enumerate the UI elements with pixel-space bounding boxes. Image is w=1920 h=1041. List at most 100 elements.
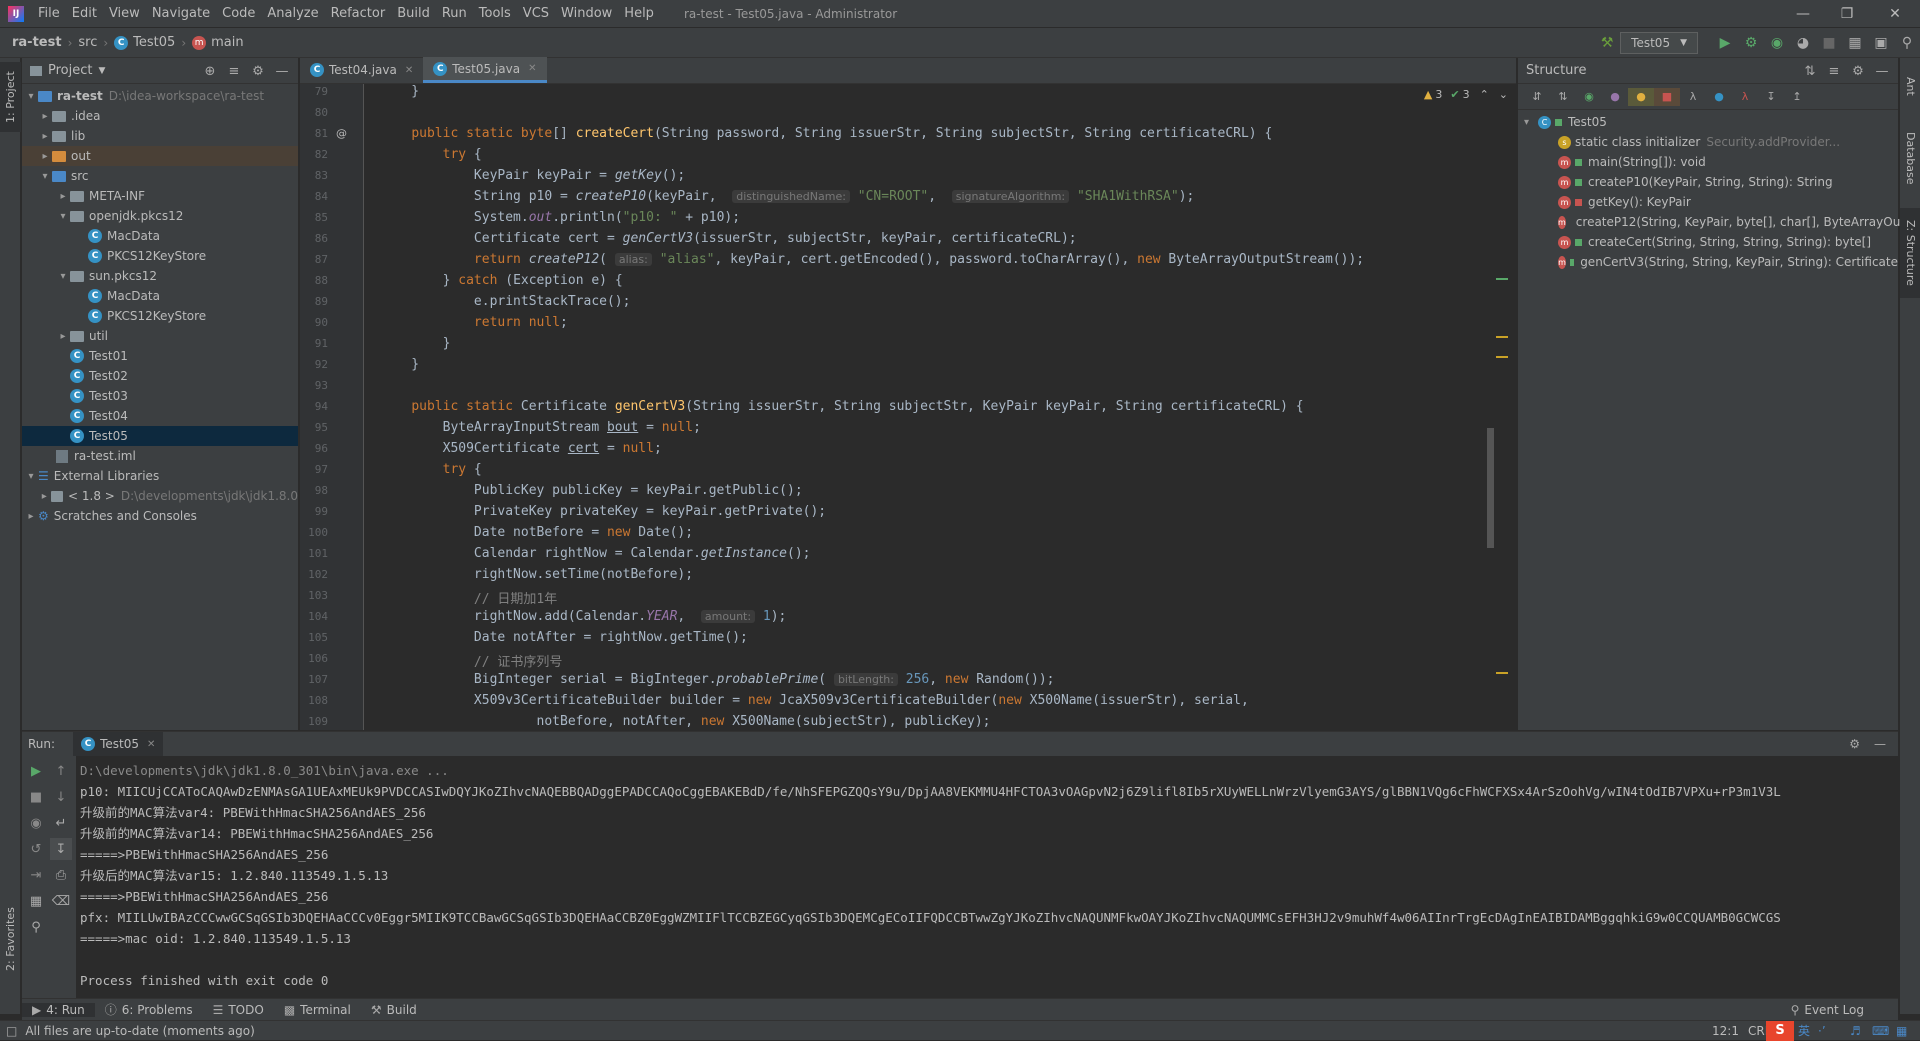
tree-item-sun-pkcs12[interactable]: ▾ sun.pkcs12	[22, 266, 298, 286]
tree-item-pkcs12keystore[interactable]: C PKCS12KeyStore	[22, 306, 298, 326]
menu-vcs[interactable]: VCS	[517, 6, 555, 21]
tree-item-macdata[interactable]: C MacData	[22, 286, 298, 306]
locate-icon[interactable]: ⊕	[198, 64, 222, 79]
structure-item[interactable]: m main(String[]): void	[1518, 152, 1898, 172]
chevron-right-icon[interactable]: ▸	[38, 111, 52, 122]
scroll-to-end-icon[interactable]: ↧	[50, 838, 72, 860]
run-configuration-select[interactable]: Test05 ▼	[1620, 32, 1698, 54]
rerun-icon[interactable]: ▶	[25, 760, 47, 782]
tree-item-test03[interactable]: C Test03	[22, 386, 298, 406]
vertical-scrollbar[interactable]	[1487, 428, 1494, 548]
layout-icon[interactable]: ▦	[25, 890, 47, 912]
microphone-icon[interactable]: ♬	[1850, 1024, 1861, 1038]
print-icon[interactable]: ⎙	[50, 864, 72, 886]
chevron-down-icon[interactable]: ▾	[24, 91, 38, 102]
tree-item-idea[interactable]: ▸ .idea	[22, 106, 298, 126]
breadcrumb-src[interactable]: src	[78, 35, 97, 50]
arrow-up-icon[interactable]: ↑	[50, 760, 72, 782]
tool-tab-terminal[interactable]: ▩ Terminal	[274, 1003, 361, 1017]
chevron-right-icon[interactable]: ▸	[56, 191, 70, 202]
close-icon[interactable]: ✕	[528, 63, 536, 74]
chevron-down-icon[interactable]: ▼	[98, 66, 105, 76]
ant-tool-tab[interactable]: Ant	[1900, 66, 1920, 106]
tree-item-scratches[interactable]: ▸ ⚙ Scratches and Consoles	[22, 506, 298, 526]
menu-run[interactable]: Run	[436, 6, 473, 21]
tree-item-ra-test[interactable]: ▾ ra-test D:\idea-workspace\ra-test	[22, 86, 298, 106]
structure-item[interactable]: s static class initializer Security.addPro…	[1518, 132, 1898, 152]
caret-position[interactable]: 12:1	[1712, 1024, 1739, 1038]
tree-item-iml[interactable]: ra-test.iml	[22, 446, 298, 466]
soft-wrap-icon[interactable]: ↵	[50, 812, 72, 834]
menu-navigate[interactable]: Navigate	[146, 6, 216, 21]
console-output[interactable]: D:\developments\jdk\jdk1.8.0_301\bin\jav…	[80, 756, 1880, 999]
stop-icon[interactable]: ■	[1816, 30, 1842, 56]
menu-code[interactable]: Code	[216, 6, 261, 21]
tree-item-test05[interactable]: C Test05	[22, 426, 298, 446]
arrow-down-icon[interactable]: ↓	[50, 786, 72, 808]
structure-item[interactable]: m genCertV3(String, String, KeyPair, Stri…	[1518, 252, 1898, 272]
chevron-down-icon[interactable]: ▾	[38, 171, 52, 182]
menu-build[interactable]: Build	[391, 6, 436, 21]
collapse-all-icon[interactable]: ≡	[222, 64, 246, 79]
ime-logo-icon[interactable]: S	[1766, 1020, 1794, 1041]
ime-language[interactable]: 英	[1798, 1022, 1810, 1039]
code-area[interactable]: } public static byte[] createCert(String…	[364, 84, 1516, 730]
menu-view[interactable]: View	[103, 6, 146, 21]
structure-item[interactable]: m createCert(String, String, String, Stri…	[1518, 232, 1898, 252]
expand-all-icon[interactable]: ⇅	[1798, 64, 1822, 79]
sort-visibility-icon[interactable]: ⇵	[1524, 88, 1550, 106]
minimize-icon[interactable]: —	[1782, 0, 1824, 28]
keyboard-icon[interactable]: ⌨	[1872, 1024, 1889, 1038]
project-structure-icon[interactable]: ▦	[1842, 30, 1868, 56]
collapse-all-icon[interactable]: ≡	[1822, 64, 1846, 79]
tool-tab-build[interactable]: ⚒ Build	[361, 1003, 427, 1017]
tree-item-meta-inf[interactable]: ▸ META-INF	[22, 186, 298, 206]
inspection-widget[interactable]: ▲ 3 ✔ 3 ⌃ ⌄	[1424, 88, 1508, 101]
tree-item-out[interactable]: ▸ out	[22, 146, 298, 166]
pin-icon[interactable]: ⚲	[25, 916, 47, 938]
breadcrumb-project[interactable]: ra-test	[12, 35, 62, 50]
grid-icon[interactable]: ▦	[1896, 1024, 1907, 1038]
menu-refactor[interactable]: Refactor	[325, 6, 392, 21]
gear-icon[interactable]: ⚙	[1846, 64, 1870, 79]
tree-item-util[interactable]: ▸ util	[22, 326, 298, 346]
chevron-down-icon[interactable]: ▾	[24, 471, 38, 482]
chevron-right-icon[interactable]: ▸	[38, 491, 51, 502]
hide-icon[interactable]: —	[1874, 737, 1886, 751]
chevron-down-icon[interactable]: ▾	[1524, 117, 1538, 128]
debug-icon[interactable]: ⚙	[1738, 30, 1764, 56]
tab-test04[interactable]: C Test04.java ✕	[300, 57, 423, 83]
menu-file[interactable]: File	[32, 6, 66, 21]
layout-icon[interactable]: ▣	[1868, 30, 1894, 56]
tool-window-toggle-icon[interactable]: □	[6, 1024, 17, 1038]
exit-icon[interactable]: ⇥	[25, 864, 47, 886]
favorites-tool-tab[interactable]: 2: Favorites	[0, 894, 21, 984]
show-lambdas-icon[interactable]: λ	[1680, 88, 1706, 106]
restore-icon[interactable]: ❐	[1826, 0, 1868, 28]
show-non-public-icon[interactable]: ■	[1654, 87, 1680, 106]
event-log-button[interactable]: ⚲ Event Log	[1781, 1003, 1874, 1017]
tree-item-pkcs12keystore[interactable]: C PKCS12KeyStore	[22, 246, 298, 266]
project-tool-tab[interactable]: 1: Project	[0, 62, 21, 132]
breadcrumb-class[interactable]: C Test05	[114, 35, 175, 50]
autoscroll-to-source-icon[interactable]: ↧	[1758, 88, 1784, 106]
project-panel-title[interactable]: Project	[48, 63, 92, 78]
tree-item-test02[interactable]: C Test02	[22, 366, 298, 386]
run-icon[interactable]: ▶	[1712, 30, 1738, 56]
autoscroll-from-source-icon[interactable]: ↥	[1784, 88, 1810, 106]
stop-icon[interactable]: ■	[25, 786, 47, 808]
tool-tab-run[interactable]: ▶ 4: Run	[22, 1002, 95, 1017]
camera-icon[interactable]: ◉	[25, 812, 47, 834]
gear-icon[interactable]: ⚙	[246, 64, 270, 79]
gear-icon[interactable]: ⚙	[1849, 737, 1860, 751]
chevron-down-icon[interactable]: ▾	[56, 211, 70, 222]
tree-item-src[interactable]: ▾ src	[22, 166, 298, 186]
tree-item-test04[interactable]: C Test04	[22, 406, 298, 426]
menu-tools[interactable]: Tools	[473, 6, 517, 21]
close-icon[interactable]: ✕	[147, 739, 155, 750]
structure-item[interactable]: m createP10(KeyPair, String, String): Str…	[1518, 172, 1898, 192]
tree-item-lib[interactable]: ▸ lib	[22, 126, 298, 146]
trash-icon[interactable]: ⌫	[50, 890, 72, 912]
tool-tab-problems[interactable]: ⓘ 6: Problems	[95, 1001, 203, 1018]
sort-alpha-icon[interactable]: ⇅	[1550, 88, 1576, 106]
